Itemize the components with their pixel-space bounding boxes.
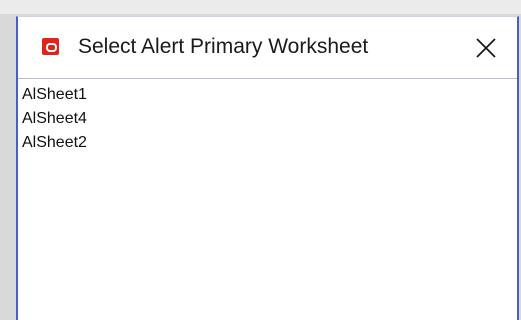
background-strip bbox=[0, 0, 521, 14]
close-icon bbox=[476, 38, 496, 58]
oracle-logo-icon bbox=[42, 38, 59, 55]
dialog-title: Select Alert Primary Worksheet bbox=[78, 35, 369, 58]
dialog-titlebar: Select Alert Primary Worksheet bbox=[18, 17, 517, 79]
list-item[interactable]: AlSheet1 bbox=[22, 83, 87, 107]
list-item[interactable]: AlSheet2 bbox=[22, 131, 87, 155]
list-item[interactable]: AlSheet4 bbox=[22, 107, 87, 131]
close-button[interactable] bbox=[471, 33, 501, 63]
select-worksheet-dialog: Select Alert Primary Worksheet AlSheet1 … bbox=[16, 16, 519, 320]
worksheet-list: AlSheet1 AlSheet4 AlSheet2 bbox=[22, 83, 87, 155]
